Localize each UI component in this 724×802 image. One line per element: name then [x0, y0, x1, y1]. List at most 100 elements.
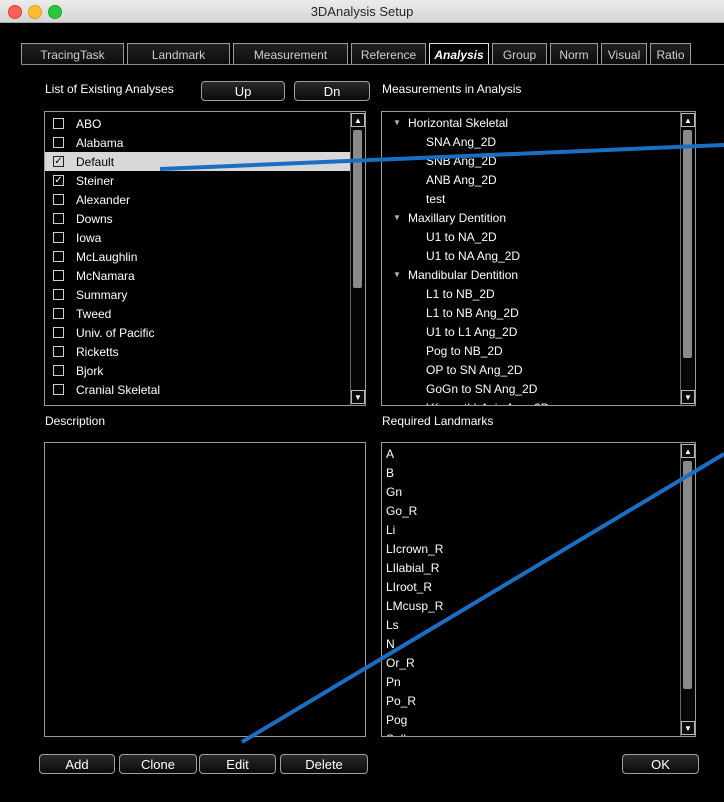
analysis-checkbox[interactable] — [53, 194, 64, 205]
analysis-list-item[interactable]: McNamara — [45, 266, 351, 285]
description-text — [45, 443, 365, 451]
landmark-list-item[interactable]: Ls — [382, 615, 399, 634]
tab-group[interactable]: Group — [492, 43, 547, 65]
measurement-item[interactable]: test — [382, 189, 445, 208]
disclosure-triangle-icon[interactable]: ▼ — [390, 213, 404, 222]
scroll-up-arrow-icon[interactable]: ▲ — [351, 113, 365, 127]
edit-button[interactable]: Edit — [199, 754, 276, 774]
analysis-checkbox[interactable] — [53, 308, 64, 319]
measurement-item[interactable]: Y(growth) Axis Ang_2D — [382, 398, 549, 406]
landmark-list-item[interactable]: Gn — [382, 482, 402, 501]
analysis-checkbox[interactable] — [53, 365, 64, 376]
analysis-list-item[interactable]: Iowa — [45, 228, 351, 247]
landmark-list-item[interactable]: N — [382, 634, 395, 653]
landmark-list-item[interactable]: LIcrown_R — [382, 539, 443, 558]
landmark-list-item[interactable]: LIroot_R — [382, 577, 432, 596]
measurement-item[interactable]: Pog to NB_2D — [382, 341, 503, 360]
tab-landmark[interactable]: Landmark — [127, 43, 230, 65]
analysis-list-item[interactable]: Summary — [45, 285, 351, 304]
scroll-down-arrow-icon[interactable]: ▼ — [351, 390, 365, 404]
description-textarea[interactable] — [44, 442, 366, 737]
analysis-checkbox[interactable] — [53, 137, 64, 148]
measurement-group[interactable]: ▼ Horizontal Skeletal — [382, 113, 508, 132]
measurement-item[interactable]: U1 to NA Ang_2D — [382, 246, 520, 265]
measurement-item[interactable]: ANB Ang_2D — [382, 170, 497, 189]
scroll-up-arrow-icon[interactable]: ▲ — [681, 444, 695, 458]
analysis-list-item[interactable]: ABO — [45, 114, 351, 133]
scrollbar-thumb[interactable] — [683, 461, 692, 689]
landmark-list-item[interactable]: Li — [382, 520, 395, 539]
analysis-list-item[interactable]: Downs — [45, 209, 351, 228]
analyses-scrollbar[interactable]: ▲ ▼ — [350, 112, 365, 405]
measurement-group[interactable]: ▼ Maxillary Dentition — [382, 208, 506, 227]
delete-button[interactable]: Delete — [280, 754, 368, 774]
analysis-list-item[interactable]: ✓ Steiner — [45, 171, 351, 190]
landmark-list-item[interactable]: Or_R — [382, 653, 415, 672]
tab-tracingtask[interactable]: TracingTask — [21, 43, 124, 65]
tab-ratio[interactable]: Ratio — [650, 43, 691, 65]
landmark-list-item[interactable]: B — [382, 463, 394, 482]
measurement-item[interactable]: OP to SN Ang_2D — [382, 360, 523, 379]
analysis-checkbox[interactable] — [53, 251, 64, 262]
landmark-list-item[interactable]: LMcusp_R — [382, 596, 443, 615]
analysis-list-item[interactable]: Alexander — [45, 190, 351, 209]
scrollbar-thumb[interactable] — [353, 130, 362, 288]
clone-button[interactable]: Clone — [119, 754, 197, 774]
measurement-item[interactable]: GoGn to SN Ang_2D — [382, 379, 537, 398]
landmarks-scrollbar[interactable]: ▲ ▼ — [680, 443, 695, 736]
tab-norm[interactable]: Norm — [550, 43, 598, 65]
analysis-list-item[interactable]: Cranial Skeletal — [45, 380, 351, 399]
landmark-list-item[interactable]: A — [382, 444, 394, 463]
analysis-list-item[interactable]: Alabama — [45, 133, 351, 152]
add-button[interactable]: Add — [39, 754, 115, 774]
analysis-list-item[interactable]: ✓ Default — [45, 152, 351, 171]
analysis-checkbox[interactable] — [53, 118, 64, 129]
landmark-list-item[interactable]: LIlabial_R — [382, 558, 439, 577]
ok-button[interactable]: OK — [622, 754, 699, 774]
scroll-down-arrow-icon[interactable]: ▼ — [681, 390, 695, 404]
measurement-item[interactable]: L1 to NB_2D — [382, 284, 495, 303]
landmark-list-item[interactable]: Go_R — [382, 501, 417, 520]
scroll-down-arrow-icon[interactable]: ▼ — [681, 721, 695, 735]
measurements-scrollbar[interactable]: ▲ ▼ — [680, 112, 695, 405]
analysis-checkbox[interactable] — [53, 213, 64, 224]
analysis-list-item[interactable]: Bjork — [45, 361, 351, 380]
measurement-item[interactable]: SNA Ang_2D — [382, 132, 496, 151]
scroll-up-arrow-icon[interactable]: ▲ — [681, 113, 695, 127]
move-down-button[interactable]: Dn — [294, 81, 370, 101]
analysis-checkbox[interactable] — [53, 327, 64, 338]
measurement-item[interactable]: L1 to NB Ang_2D — [382, 303, 519, 322]
measurement-item[interactable]: U1 to L1 Ang_2D — [382, 322, 517, 341]
analysis-checkbox[interactable] — [53, 346, 64, 357]
measurement-group[interactable]: ▼ Mandibular Dentition — [382, 265, 518, 284]
disclosure-triangle-icon[interactable]: ▼ — [390, 270, 404, 279]
analysis-checkbox[interactable] — [53, 384, 64, 395]
landmark-list-item[interactable]: Po_R — [382, 691, 416, 710]
landmark-list-item[interactable]: Pn — [382, 672, 401, 691]
analysis-checkbox[interactable] — [53, 270, 64, 281]
analysis-list-item[interactable]: Ricketts — [45, 342, 351, 361]
tab-reference[interactable]: Reference — [351, 43, 426, 65]
analysis-checkbox[interactable] — [53, 232, 64, 243]
analysis-list-item[interactable]: McLaughlin — [45, 247, 351, 266]
tab-measurement[interactable]: Measurement — [233, 43, 348, 65]
analysis-checkbox[interactable] — [53, 289, 64, 300]
measurement-label: L1 to NB Ang_2D — [426, 305, 519, 320]
move-up-button[interactable]: Up — [201, 81, 285, 101]
tab-analysis[interactable]: Analysis — [429, 43, 489, 65]
disclosure-triangle-icon[interactable]: ▼ — [390, 118, 404, 127]
measurements-label: Measurements in Analysis — [382, 82, 522, 96]
analyses-list[interactable]: ABO Alabama ✓ Default ✓ Steiner Alexander Downs… — [44, 111, 366, 406]
landmark-list-item[interactable]: Pog — [382, 710, 407, 729]
analysis-checkbox[interactable]: ✓ — [53, 156, 64, 167]
measurement-item[interactable]: SNB Ang_2D — [382, 151, 497, 170]
measurements-tree[interactable]: ▼ Horizontal Skeletal SNA Ang_2D SNB Ang_2D… — [381, 111, 696, 406]
tab-visual[interactable]: Visual — [601, 43, 647, 65]
measurement-item[interactable]: U1 to NA_2D — [382, 227, 497, 246]
analysis-list-item[interactable]: Univ. of Pacific — [45, 323, 351, 342]
analysis-list-item[interactable]: Tweed — [45, 304, 351, 323]
landmark-list-item[interactable]: Sella — [382, 729, 413, 737]
analysis-checkbox[interactable]: ✓ — [53, 175, 64, 186]
landmarks-list[interactable]: A B Gn Go_R Li LIcrown_R LIlabial_R LIroot_R LMc… — [381, 442, 696, 737]
scrollbar-thumb[interactable] — [683, 130, 692, 358]
